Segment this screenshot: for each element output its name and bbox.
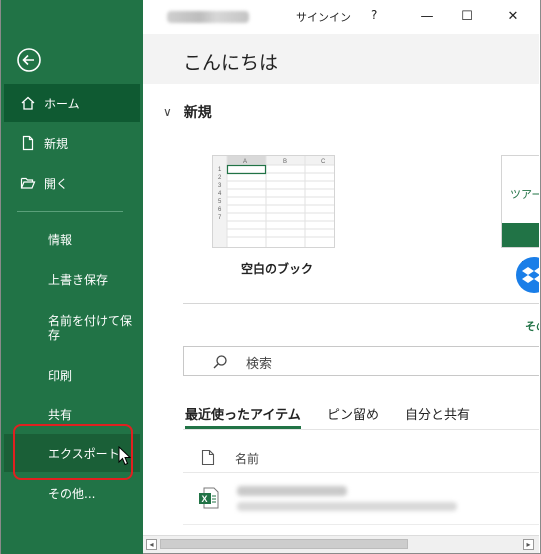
sidebar-item-share[interactable]: 共有 bbox=[4, 395, 140, 433]
sign-in-link[interactable]: サインイン bbox=[296, 9, 351, 25]
sidebar-item-label: 共有 bbox=[48, 407, 73, 422]
horizontal-scrollbar[interactable]: ◂ ▸ bbox=[143, 535, 539, 553]
file-name-blurred bbox=[237, 486, 347, 496]
new-section-header[interactable]: ∨ 新規 bbox=[163, 102, 212, 122]
list-header-divider bbox=[183, 472, 539, 473]
list-row-divider bbox=[183, 524, 539, 525]
svg-text:X: X bbox=[202, 494, 208, 504]
search-input[interactable]: 検索 bbox=[183, 346, 539, 376]
sidebar-item-label: ホーム bbox=[44, 96, 80, 111]
sidebar-item-more[interactable]: その他... bbox=[4, 474, 140, 512]
scrollbar-thumb[interactable] bbox=[160, 539, 408, 549]
scroll-right-icon[interactable]: ▸ bbox=[523, 539, 534, 550]
chevron-down-icon: ∨ bbox=[163, 105, 172, 119]
search-icon bbox=[212, 354, 228, 370]
backstage-main: こんにちは ∨ 新規 ABC 123 456 7 空白のブック ツアー そ 検索… bbox=[143, 34, 539, 538]
tabs-divider bbox=[183, 429, 539, 430]
mouse-cursor-icon bbox=[118, 445, 132, 466]
tab-shared-with-me[interactable]: 自分と共有 bbox=[405, 404, 470, 423]
close-button[interactable]: ✕ bbox=[499, 4, 527, 28]
more-templates-link[interactable]: その bbox=[525, 318, 539, 334]
sidebar-item-label: 名前を付けて保存 bbox=[48, 314, 133, 342]
tab-pinned[interactable]: ピン留め bbox=[327, 404, 379, 423]
svg-text:C: C bbox=[321, 159, 326, 165]
sidebar-item-save[interactable]: 上書き保存 bbox=[4, 260, 140, 298]
maximize-button[interactable]: ☐ bbox=[453, 4, 481, 28]
sidebar-item-label: 開く bbox=[44, 176, 69, 191]
tour-template-bar bbox=[502, 223, 539, 247]
excel-file-icon: X bbox=[197, 486, 221, 510]
search-placeholder: 検索 bbox=[246, 357, 273, 372]
account-name-blurred bbox=[167, 11, 249, 23]
templates-divider bbox=[183, 303, 539, 304]
minimize-button[interactable]: — bbox=[413, 4, 441, 28]
name-column-header[interactable]: 名前 bbox=[235, 450, 259, 467]
sidebar-item-label: 情報 bbox=[48, 232, 73, 247]
sidebar-item-info[interactable]: 情報 bbox=[4, 220, 140, 258]
sidebar-item-save-as[interactable]: 名前を付けて保存 bbox=[4, 306, 140, 350]
sidebar-item-home[interactable]: ホーム bbox=[4, 84, 140, 122]
new-document-icon bbox=[20, 135, 36, 151]
help-button[interactable]: ? bbox=[371, 8, 377, 22]
file-type-column-icon bbox=[201, 449, 215, 466]
page-title: こんにちは bbox=[183, 52, 279, 74]
blank-workbook-template[interactable]: ABC 123 456 7 bbox=[212, 155, 335, 248]
tab-recent[interactable]: 最近使ったアイテム bbox=[185, 404, 301, 423]
svg-text:A: A bbox=[243, 159, 247, 165]
sidebar-item-new[interactable]: 新規 bbox=[4, 124, 140, 162]
file-path-blurred bbox=[237, 502, 457, 511]
sidebar-item-label: 新規 bbox=[44, 136, 69, 151]
title-bar: サインイン ? — ☐ ✕ bbox=[143, 0, 540, 34]
sidebar-item-label: その他... bbox=[48, 486, 96, 501]
back-arrow-icon[interactable] bbox=[15, 46, 43, 74]
sidebar-item-print[interactable]: 印刷 bbox=[4, 356, 140, 394]
open-folder-icon bbox=[20, 175, 36, 191]
scroll-left-icon[interactable]: ◂ bbox=[146, 539, 157, 550]
dropbox-icon[interactable] bbox=[516, 257, 539, 293]
sidebar-divider bbox=[17, 211, 123, 212]
tour-template-title: ツアー bbox=[510, 188, 539, 201]
home-icon bbox=[20, 95, 36, 111]
tour-template[interactable]: ツアー bbox=[501, 155, 539, 248]
sidebar-item-label: エクスポート bbox=[48, 446, 120, 461]
new-section-title: 新規 bbox=[183, 105, 212, 121]
backstage-sidebar: ホーム 新規 開く 情報 上書き保存 名前を付けて保存 印刷 共有 エクスポート… bbox=[1, 0, 143, 554]
blank-workbook-label: 空白のブック bbox=[241, 262, 314, 276]
sidebar-item-label: 上書き保存 bbox=[48, 272, 109, 287]
svg-text:B: B bbox=[283, 159, 287, 165]
spreadsheet-thumbnail-icon: ABC 123 456 7 bbox=[213, 156, 334, 247]
sidebar-item-label: 印刷 bbox=[48, 368, 73, 383]
sidebar-item-open[interactable]: 開く bbox=[4, 164, 140, 202]
